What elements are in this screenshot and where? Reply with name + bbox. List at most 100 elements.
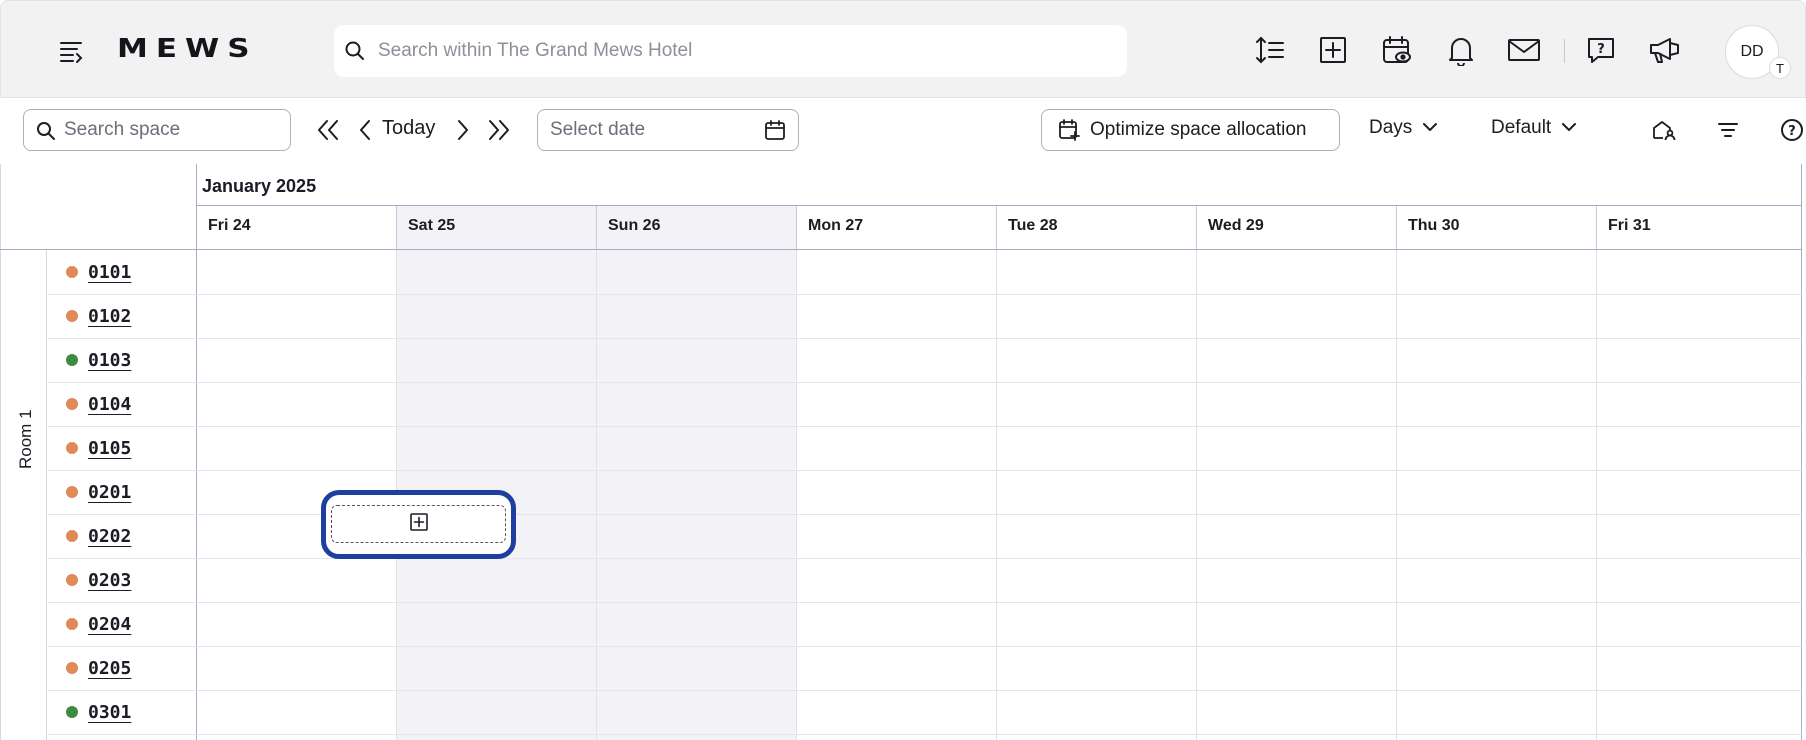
space-item[interactable]: 0202 bbox=[66, 514, 131, 558]
svg-text:?: ? bbox=[1597, 42, 1605, 57]
bell-icon[interactable] bbox=[1444, 33, 1478, 67]
calendar-eye-icon[interactable] bbox=[1380, 33, 1414, 67]
space-status-dot bbox=[66, 530, 78, 542]
svg-text:?: ? bbox=[1788, 124, 1796, 139]
mews-logo[interactable]: MEWS bbox=[117, 34, 258, 64]
day-separator bbox=[796, 206, 797, 740]
mail-icon[interactable] bbox=[1507, 33, 1541, 67]
day-column: Fri 24 bbox=[196, 206, 396, 740]
day-header-separator bbox=[596, 206, 597, 249]
next-icon[interactable] bbox=[449, 116, 477, 144]
group-column-divider bbox=[46, 250, 47, 740]
row-divider bbox=[46, 338, 1802, 339]
space-item[interactable]: 0102 bbox=[66, 294, 131, 338]
date-picker[interactable] bbox=[537, 109, 799, 151]
space-status-dot bbox=[66, 662, 78, 674]
row-divider bbox=[46, 690, 1802, 691]
day-header-label: Mon 27 bbox=[808, 217, 864, 234]
top-bar: MEWS ? bbox=[0, 0, 1806, 98]
calendar-icon[interactable] bbox=[764, 119, 786, 146]
house-user-icon[interactable] bbox=[1648, 114, 1680, 146]
day-separator bbox=[996, 206, 997, 740]
plus-square-icon[interactable] bbox=[1316, 33, 1350, 67]
space-item[interactable]: 0205 bbox=[66, 646, 131, 690]
day-column: Tue 28 bbox=[996, 206, 1196, 740]
row-divider bbox=[46, 734, 1802, 735]
timeline-grid: January 2025 Fri 24 Sat 25 Sun 26 Mon 27 Tue… bbox=[0, 164, 1806, 740]
day-header-label: Sat 25 bbox=[408, 217, 456, 234]
view-dropdown[interactable]: Days bbox=[1369, 117, 1438, 139]
space-number-link[interactable]: 0204 bbox=[88, 614, 131, 635]
spaces-column-divider bbox=[196, 164, 197, 740]
global-search[interactable] bbox=[334, 25, 1127, 77]
space-item[interactable]: 0105 bbox=[66, 426, 131, 470]
space-search[interactable] bbox=[23, 109, 291, 151]
grid-border bbox=[0, 164, 1, 740]
space-number-link[interactable]: 0102 bbox=[88, 306, 131, 327]
enterprise-badge: T bbox=[1769, 57, 1791, 79]
space-number-link[interactable]: 0101 bbox=[88, 262, 131, 283]
add-reservation-placeholder[interactable] bbox=[331, 505, 506, 543]
day-column: Fri 31 bbox=[1596, 206, 1796, 740]
space-status-dot bbox=[66, 266, 78, 278]
day-column: Thu 30 bbox=[1396, 206, 1596, 740]
date-input[interactable] bbox=[550, 110, 750, 150]
row-divider bbox=[46, 426, 1802, 427]
row-divider bbox=[46, 382, 1802, 383]
today-button[interactable]: Today bbox=[382, 117, 435, 140]
timeline-toolbar: Today Optimize space allocation Days bbox=[0, 98, 1806, 164]
space-number-link[interactable]: 0201 bbox=[88, 482, 131, 503]
day-separator bbox=[596, 206, 597, 740]
space-number-link[interactable]: 0105 bbox=[88, 438, 131, 459]
space-number-link[interactable]: 0104 bbox=[88, 394, 131, 415]
space-item[interactable]: 0101 bbox=[66, 250, 131, 294]
row-divider bbox=[46, 470, 1802, 471]
space-number-link[interactable]: 0205 bbox=[88, 658, 131, 679]
row-divider bbox=[46, 602, 1802, 603]
row-divider bbox=[46, 514, 1802, 515]
chevron-down-icon bbox=[1561, 117, 1577, 139]
day-header-separator bbox=[1396, 206, 1397, 249]
space-status-dot bbox=[66, 442, 78, 454]
space-search-input[interactable] bbox=[64, 110, 284, 150]
header-divider bbox=[0, 249, 1802, 250]
space-item[interactable]: 0203 bbox=[66, 558, 131, 602]
day-separator bbox=[1596, 206, 1597, 740]
add-reservation-cell[interactable] bbox=[321, 490, 516, 559]
megaphone-icon[interactable] bbox=[1648, 33, 1682, 67]
day-column: Sun 26 bbox=[596, 206, 796, 740]
filter-icon[interactable] bbox=[1712, 114, 1744, 146]
space-item[interactable]: 0103 bbox=[66, 338, 131, 382]
view-dropdown-label: Days bbox=[1369, 117, 1413, 138]
space-number-link[interactable]: 0103 bbox=[88, 350, 131, 371]
space-item[interactable]: 0104 bbox=[66, 382, 131, 426]
space-item[interactable]: 0201 bbox=[66, 470, 131, 514]
calendar-plus-icon bbox=[1058, 118, 1080, 142]
space-status-dot bbox=[66, 486, 78, 498]
optimize-space-allocation-button[interactable]: Optimize space allocation bbox=[1041, 109, 1340, 151]
day-header-label: Sun 26 bbox=[608, 217, 661, 234]
space-number-link[interactable]: 0203 bbox=[88, 570, 131, 591]
day-header-separator bbox=[1596, 206, 1597, 249]
prev-icon[interactable] bbox=[351, 116, 379, 144]
space-item[interactable]: 0204 bbox=[66, 602, 131, 646]
space-number-link[interactable]: 0202 bbox=[88, 526, 131, 547]
space-number-link[interactable]: 0301 bbox=[88, 702, 131, 723]
space-status-dot bbox=[66, 706, 78, 718]
search-icon bbox=[344, 40, 366, 67]
month-label: January 2025 bbox=[202, 176, 317, 196]
layout-dropdown[interactable]: Default bbox=[1491, 117, 1577, 139]
row-divider bbox=[46, 646, 1802, 647]
help-chat-icon[interactable]: ? bbox=[1584, 33, 1618, 67]
help-circle-icon[interactable]: ? bbox=[1776, 114, 1806, 146]
search-icon bbox=[36, 121, 56, 146]
header-divider bbox=[196, 205, 1802, 206]
space-item[interactable]: 0301 bbox=[66, 690, 131, 734]
last-page-icon[interactable] bbox=[485, 116, 513, 144]
layout-dropdown-label: Default bbox=[1491, 117, 1552, 138]
menu-collapse-icon[interactable] bbox=[57, 37, 87, 65]
first-page-icon[interactable] bbox=[314, 116, 342, 144]
global-search-input[interactable] bbox=[378, 25, 1098, 77]
line-height-icon[interactable] bbox=[1253, 33, 1287, 67]
day-separator bbox=[1396, 206, 1397, 740]
